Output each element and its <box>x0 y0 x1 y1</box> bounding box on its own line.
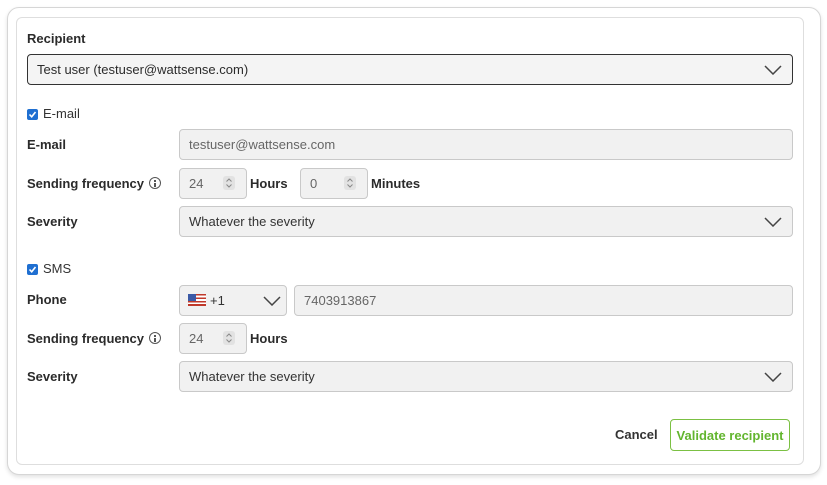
email-field-value: testuser@wattsense.com <box>189 137 336 152</box>
email-field[interactable]: testuser@wattsense.com <box>179 129 793 160</box>
recipient-select[interactable]: Test user (testuser@wattsense.com) <box>27 54 793 85</box>
sms-checkbox-label: SMS <box>43 261 72 276</box>
chevron-down-icon <box>764 372 782 382</box>
email-hours-input[interactable]: 24 <box>179 168 247 199</box>
email-frequency-label: Sending frequency <box>27 176 145 191</box>
email-checkbox[interactable] <box>27 109 38 120</box>
recipient-label: Recipient <box>27 31 86 46</box>
phone-number-value: 7403913867 <box>304 293 377 308</box>
stepper-icon[interactable] <box>223 331 235 345</box>
checkmark-icon <box>28 266 37 274</box>
info-icon[interactable] <box>149 177 161 189</box>
recipient-select-value: Test user (testuser@wattsense.com) <box>37 62 249 77</box>
email-hours-unit: Hours <box>250 176 288 191</box>
email-severity-label: Severity <box>27 214 78 229</box>
email-hours-value: 24 <box>189 176 204 191</box>
sms-hours-value: 24 <box>189 331 204 346</box>
chevron-down-icon <box>764 65 782 75</box>
email-checkbox-label: E-mail <box>43 106 80 121</box>
sms-severity-value: Whatever the severity <box>189 369 315 384</box>
email-field-label: E-mail <box>27 137 67 152</box>
sms-hours-unit: Hours <box>250 331 288 346</box>
sms-severity-select[interactable]: Whatever the severity <box>179 361 793 392</box>
info-icon[interactable] <box>149 332 161 344</box>
us-flag-icon <box>188 294 206 306</box>
phone-label: Phone <box>27 292 67 307</box>
chevron-down-icon <box>263 296 281 306</box>
country-code-value: +1 <box>210 293 225 308</box>
cancel-button[interactable]: Cancel <box>615 427 658 442</box>
sms-severity-label: Severity <box>27 369 78 384</box>
sms-checkbox[interactable] <box>27 264 38 275</box>
stepper-icon[interactable] <box>344 176 356 190</box>
chevron-down-icon <box>764 217 782 227</box>
phone-number-input[interactable]: 7403913867 <box>294 285 793 316</box>
sms-hours-input[interactable]: 24 <box>179 323 247 354</box>
checkmark-icon <box>28 111 37 119</box>
email-minutes-input[interactable]: 0 <box>300 168 368 199</box>
email-minutes-unit: Minutes <box>371 176 421 191</box>
email-severity-select[interactable]: Whatever the severity <box>179 206 793 237</box>
validate-recipient-label: Validate recipient <box>676 427 784 443</box>
email-minutes-value: 0 <box>310 176 318 191</box>
validate-recipient-button[interactable]: Validate recipient <box>670 419 790 451</box>
email-severity-value: Whatever the severity <box>189 214 315 229</box>
sms-frequency-label: Sending frequency <box>27 331 145 346</box>
stepper-icon[interactable] <box>223 176 235 190</box>
